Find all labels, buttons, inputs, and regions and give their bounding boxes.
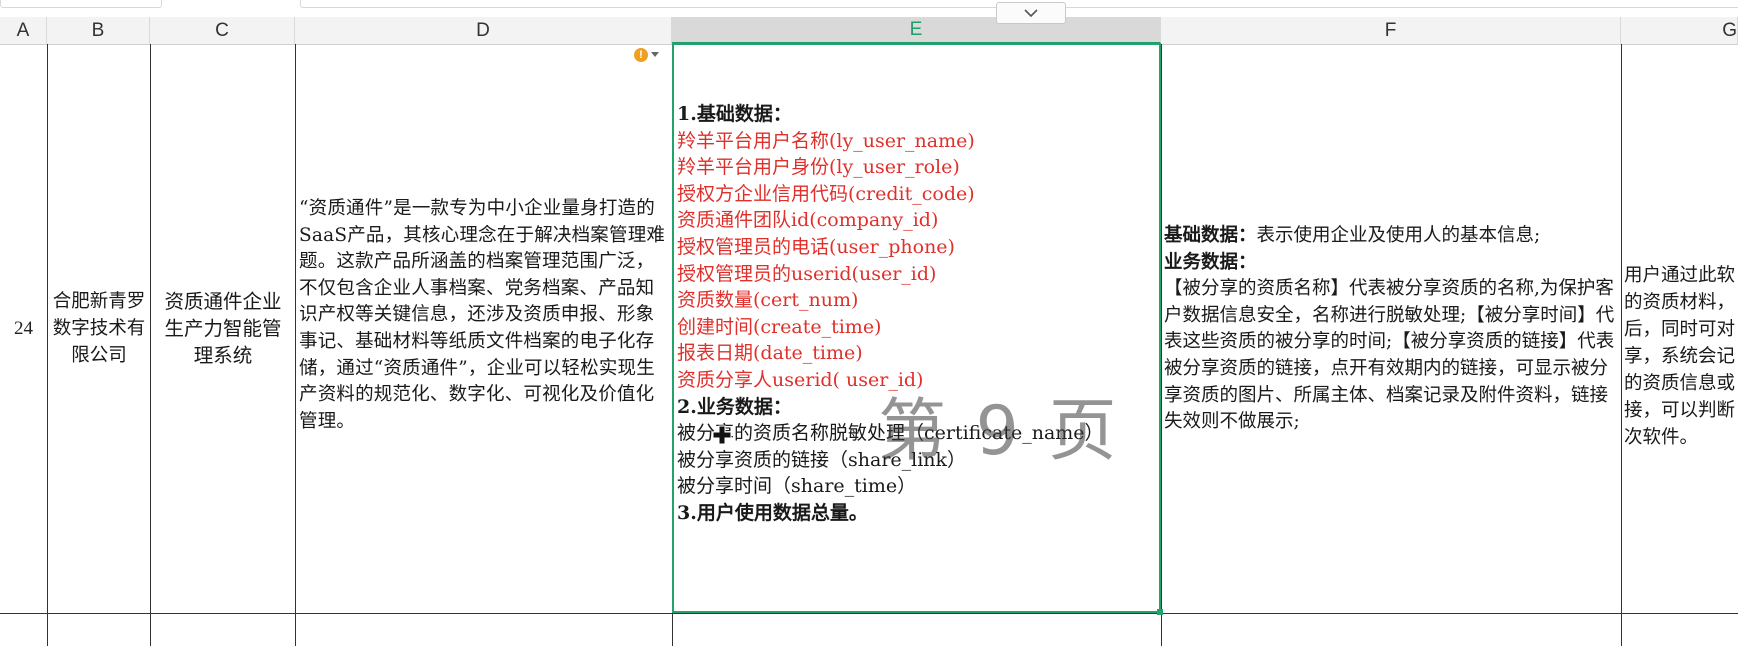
explanation-cell[interactable]: 基础数据：表示使用企业及使用人的基本信息; 业务数据： 【被分享的资质名称】代表… <box>1162 44 1621 613</box>
data-item-line: 被分享时间（share_time） <box>677 475 917 498</box>
data-items-list: 1.基础数据： 羚羊平台用户名称(ly_user_name) 羚羊平台用户身份(ly… <box>677 101 1104 527</box>
data-item-line: 授权管理员的电话(user_phone) <box>677 235 955 258</box>
data-item-line: 资质通件团队id(company_id) <box>677 209 939 232</box>
error-check-button[interactable]: ! <box>634 48 659 62</box>
usage-text: 用户通过此软 的资质材料， 后，同时可对 享，系统会记 的资质信息或 接，可以判断 次软件。 <box>1624 262 1735 451</box>
column-header-d[interactable]: D <box>295 17 672 44</box>
data-item-line: 2.业务数据： <box>677 395 792 418</box>
grid-line <box>0 613 1738 614</box>
usage-line: 接，可以判断 <box>1624 400 1736 421</box>
column-header-g[interactable]: G <box>1621 17 1738 44</box>
data-item-line: 羚羊平台用户身份(ly_user_role) <box>677 156 960 179</box>
data-item-line: 3.用户使用数据总量。 <box>677 501 868 524</box>
explanation-text: 基础数据：表示使用企业及使用人的基本信息; 业务数据： 【被分享的资质名称】代表… <box>1164 223 1616 436</box>
description-text: “资质通件”是一款专为中小企业量身打造的SaaS产品，其核心理念在于解决档案管理… <box>299 198 666 432</box>
data-item-line: 报表日期(date_time) <box>677 342 863 365</box>
row-number[interactable]: 24 <box>0 44 47 613</box>
data-item-line: 1.基础数据： <box>677 103 792 125</box>
collapse-formula-button[interactable] <box>996 2 1066 24</box>
usage-line: 的资质材料， <box>1624 292 1736 313</box>
usage-line: 次软件。 <box>1624 427 1699 448</box>
formula-bar-area <box>0 0 1738 12</box>
data-items-cell[interactable]: 1.基础数据： 羚羊平台用户名称(ly_user_name) 羚羊平台用户身份(ly… <box>673 44 1161 613</box>
company-cell[interactable]: 合肥新青罗数字技术有限公司 <box>48 44 150 613</box>
usage-line: 用户通过此软 <box>1624 265 1736 286</box>
description-cell[interactable]: “资质通件”是一款专为中小企业量身打造的SaaS产品，其核心理念在于解决档案管理… <box>296 44 672 613</box>
basic-data-text: 表示使用企业及使用人的基本信息; <box>1256 225 1541 246</box>
name-box[interactable] <box>0 0 162 8</box>
column-header-f[interactable]: F <box>1161 17 1621 44</box>
business-data-text: 【被分享的资质名称】代表被分享资质的名称,为保护客户数据信息安全，名称进行脱敏处… <box>1164 278 1615 433</box>
usage-cell[interactable]: 用户通过此软 的资质材料， 后，同时可对 享，系统会记 的资质信息或 接，可以判断 次软件。 <box>1622 44 1738 613</box>
data-item-line: 授权方企业信用代码(credit_code) <box>677 182 975 205</box>
data-item-line: 被分享资质的链接（share_link） <box>677 448 967 471</box>
data-item-line: 授权管理员的userid(user_id) <box>677 262 937 285</box>
column-header-row: A B C D E F G <box>0 17 1738 45</box>
move-cursor-icon <box>712 425 732 445</box>
column-header-c[interactable]: C <box>150 17 295 44</box>
data-item-line: 被分享的资质名称脱敏处理（certificate_name） <box>677 422 1104 445</box>
business-data-label: 业务数据： <box>1164 251 1257 273</box>
usage-line: 的资质信息或 <box>1624 373 1736 394</box>
software-cell[interactable]: 资质通件企业生产力智能管理系统 <box>151 44 295 613</box>
warning-icon: ! <box>634 48 648 62</box>
data-item-line: 资质数量(cert_num) <box>677 289 859 312</box>
data-item-line: 羚羊平台用户名称(ly_user_name) <box>677 129 975 152</box>
column-header-a[interactable]: A <box>0 17 47 44</box>
data-item-line: 创建时间(create_time) <box>677 315 882 338</box>
dropdown-arrow-icon <box>651 52 659 57</box>
usage-line: 享，系统会记 <box>1624 346 1736 367</box>
column-header-e[interactable]: E <box>672 17 1161 44</box>
data-item-line: 资质分享人userid( user_id) <box>677 368 924 391</box>
usage-line: 后，同时可对 <box>1624 319 1736 340</box>
chevron-down-icon <box>1024 8 1038 17</box>
column-header-b[interactable]: B <box>47 17 150 44</box>
basic-data-label: 基础数据： <box>1164 225 1257 246</box>
